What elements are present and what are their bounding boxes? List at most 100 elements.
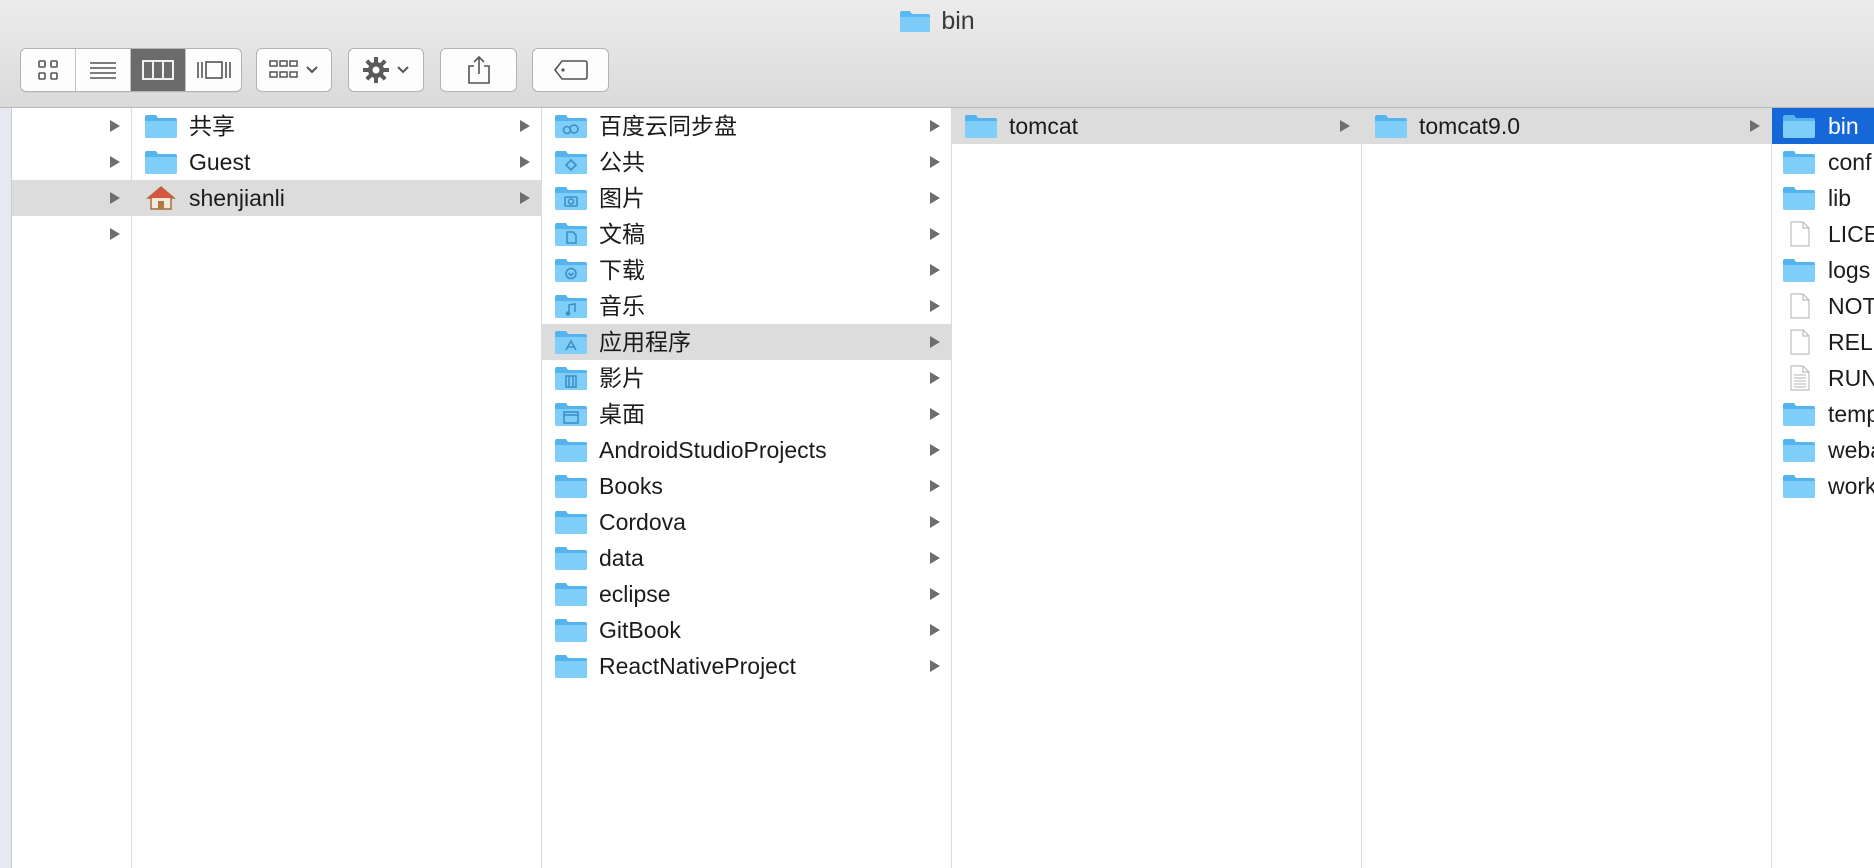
list-item[interactable]: Guest	[132, 144, 541, 180]
arrange-button[interactable]	[256, 48, 332, 92]
list-item-label: ReactNativeProject	[599, 653, 796, 679]
list-item[interactable]: eclipse	[542, 576, 951, 612]
share-button[interactable]	[440, 48, 517, 92]
list-item[interactable]: logs	[1772, 252, 1874, 288]
list-item-label: 共享	[189, 113, 235, 139]
disclosure-arrow-icon	[930, 624, 940, 636]
file-icon	[1790, 329, 1810, 355]
list-item-label: RUNNING.txt	[1828, 365, 1874, 391]
list-item[interactable]: 音乐	[542, 288, 951, 324]
list-item-label: data	[599, 545, 644, 571]
list-item-label: 桌面	[599, 401, 645, 427]
share-icon	[467, 55, 490, 84]
icon-view-button[interactable]	[21, 49, 76, 91]
browser-column-3: 百度云同步盘公共 图片文稿下载 音乐 应用程序 影片桌面 AndroidStudioPro…	[542, 108, 952, 868]
list-item-label: tomcat	[1009, 113, 1079, 139]
list-item-label: eclipse	[599, 581, 671, 607]
sidebar-edge	[0, 108, 12, 868]
disclosure-arrow-icon	[930, 156, 940, 168]
list-item[interactable]: Books	[542, 468, 951, 504]
list-item[interactable]: RELEASE-NOTES	[1772, 324, 1874, 360]
list-item[interactable]: Cordova	[542, 504, 951, 540]
disclosure-arrow-icon	[110, 120, 120, 132]
list-item-label: bin	[1828, 113, 1859, 139]
folder-icon	[145, 115, 177, 138]
column-view-button[interactable]	[131, 49, 186, 91]
folder-icon	[1783, 187, 1815, 210]
list-item-label: 百度云同步盘	[599, 113, 737, 139]
list-item[interactable]: bin	[1772, 108, 1874, 144]
list-item[interactable]: tomcat	[952, 108, 1361, 144]
list-item[interactable]: 桌面	[542, 396, 951, 432]
disclosure-arrow-icon	[520, 120, 530, 132]
disclosure-arrow-icon	[930, 444, 940, 456]
finder-toolbar: bin	[0, 0, 1874, 108]
folder-icon	[555, 619, 587, 642]
list-item[interactable]: AndroidStudioProjects	[542, 432, 951, 468]
disclosure-arrow-icon	[1750, 120, 1760, 132]
disclosure-arrow-icon	[930, 552, 940, 564]
list-item-label: 文稿	[599, 221, 645, 247]
list-item[interactable]: tomcat9.0	[1362, 108, 1771, 144]
folder-icon	[555, 475, 587, 498]
list-item[interactable]: 百度云同步盘	[542, 108, 951, 144]
view-mode-group	[20, 48, 242, 92]
list-item[interactable]: 影片	[542, 360, 951, 396]
folder-icon	[1783, 439, 1815, 462]
list-item-label: conf	[1828, 149, 1872, 175]
tag-button[interactable]	[532, 48, 609, 92]
window-title-label: bin	[941, 6, 975, 35]
folder-icon	[900, 11, 931, 32]
list-item-label: logs	[1828, 257, 1871, 283]
folder-icon	[555, 583, 587, 606]
list-item[interactable]: NOTICE	[1772, 288, 1874, 324]
list-item[interactable]: 文稿	[542, 216, 951, 252]
list-item[interactable]	[12, 180, 131, 216]
list-item[interactable]: 图片	[542, 180, 951, 216]
list-item[interactable]: GitBook	[542, 612, 951, 648]
folder-icon	[555, 511, 587, 534]
list-item[interactable]: shenjianli	[132, 180, 541, 216]
list-item[interactable]	[12, 216, 131, 252]
column-browser: 共享 Guest shenjianli 百度云同步盘公共 图片文稿下载 音乐 应用程序 影片桌…	[0, 108, 1874, 868]
list-view-button[interactable]	[76, 49, 131, 91]
list-item[interactable]: lib	[1772, 180, 1874, 216]
list-item-label: shenjianli	[189, 185, 285, 211]
chevron-down-icon	[397, 66, 409, 74]
list-item[interactable]: work	[1772, 468, 1874, 504]
list-item-label: work	[1828, 473, 1874, 499]
disclosure-arrow-icon	[930, 228, 940, 240]
disclosure-arrow-icon	[930, 192, 940, 204]
folder-icon	[555, 547, 587, 570]
folder-icon	[1783, 403, 1815, 426]
disclosure-arrow-icon	[930, 336, 940, 348]
gallery-view-button[interactable]	[186, 49, 241, 91]
public-folder-icon	[555, 151, 587, 174]
list-item-label: LICENSE	[1828, 221, 1874, 247]
action-button[interactable]	[348, 48, 424, 92]
list-item[interactable]: RUNNING.txt	[1772, 360, 1874, 396]
list-item[interactable]	[12, 108, 131, 144]
list-item[interactable]: LICENSE	[1772, 216, 1874, 252]
disclosure-arrow-icon	[930, 300, 940, 312]
list-item[interactable]: conf	[1772, 144, 1874, 180]
list-item-label: NOTICE	[1828, 293, 1874, 319]
list-item[interactable]: 共享	[132, 108, 541, 144]
list-item-label: GitBook	[599, 617, 681, 643]
list-item[interactable]: 应用程序	[542, 324, 951, 360]
folder-icon	[1783, 151, 1815, 174]
list-item[interactable]: 下载	[542, 252, 951, 288]
list-item[interactable]: data	[542, 540, 951, 576]
list-item[interactable]: 公共	[542, 144, 951, 180]
file-icon	[1790, 293, 1810, 319]
list-item[interactable]: ReactNativeProject	[542, 648, 951, 684]
window-title: bin	[0, 6, 1874, 36]
grid-icon	[38, 60, 58, 80]
list-item[interactable]: webapps	[1772, 432, 1874, 468]
gear-icon	[363, 57, 389, 83]
disclosure-arrow-icon	[930, 408, 940, 420]
folder-icon	[555, 439, 587, 462]
list-item[interactable]	[12, 144, 131, 180]
list-icon	[90, 62, 116, 79]
list-item[interactable]: temp	[1772, 396, 1874, 432]
